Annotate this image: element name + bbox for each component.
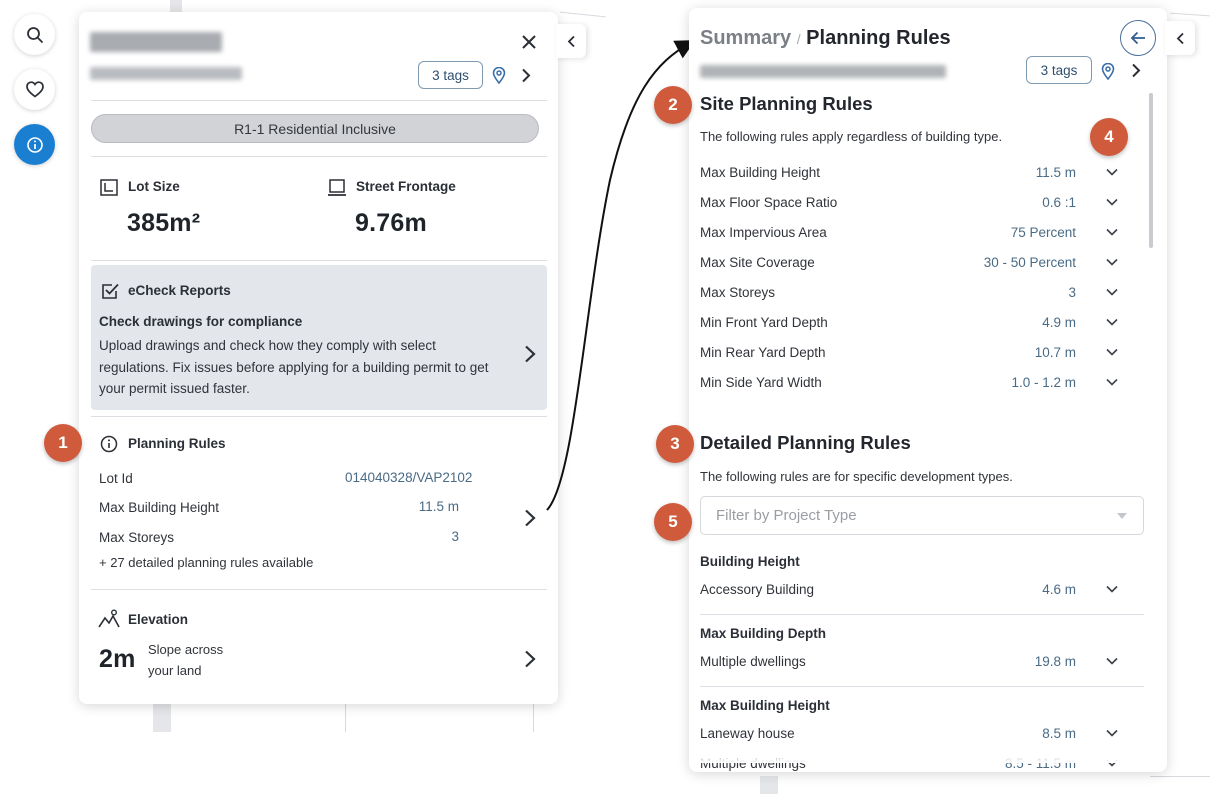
breadcrumb-summary[interactable]: Summary xyxy=(700,27,791,49)
detailed-rules-intro: The following rules are for specific dev… xyxy=(700,469,1013,484)
site-rules-intro: The following rules apply regardless of … xyxy=(700,129,1003,144)
rule-value: 4.6 m xyxy=(1042,582,1076,597)
rule-value: 19.8 m xyxy=(1034,654,1076,669)
site-rule-row[interactable]: Min Rear Yard Depth 10.7 m xyxy=(700,339,1120,369)
rule-value: 8.5 m xyxy=(1042,726,1076,741)
site-rule-row[interactable]: Max Building Height 11.5 m xyxy=(700,159,1120,189)
callout-badge: 3 xyxy=(656,425,694,463)
callout-badge: 2 xyxy=(654,86,692,124)
rule-name: Max Floor Space Ratio xyxy=(700,195,838,210)
site-rule-row[interactable]: Max Site Coverage 30 - 50 Percent xyxy=(700,249,1120,279)
chevron-down-icon[interactable] xyxy=(1104,164,1120,180)
rule-group-title: Max Building Height xyxy=(700,698,830,713)
divider xyxy=(700,614,1144,615)
tags-button[interactable]: 3 tags xyxy=(1026,56,1092,84)
rule-name: Min Front Yard Depth xyxy=(700,315,828,330)
chevron-down-icon[interactable] xyxy=(1104,284,1120,300)
chevron-down-icon[interactable] xyxy=(1104,254,1120,270)
rule-name: Min Side Yard Width xyxy=(700,375,822,390)
rule-value: 4.9 m xyxy=(1042,315,1076,330)
rule-value: 1.0 - 1.2 m xyxy=(1011,375,1076,390)
filter-placeholder: Filter by Project Type xyxy=(716,507,857,524)
rule-name: Multiple dwellings xyxy=(700,654,806,669)
arrow-left-icon xyxy=(1130,31,1145,45)
chevron-right-icon[interactable] xyxy=(1131,63,1141,78)
detailed-rule-row[interactable]: Multiple dwellings 19.8 m xyxy=(700,648,1120,678)
chevron-down-icon[interactable] xyxy=(1104,224,1120,240)
chevron-down-icon[interactable] xyxy=(1104,374,1120,390)
rule-name: Accessory Building xyxy=(700,582,815,597)
scrollbar[interactable] xyxy=(1149,93,1153,248)
chevron-down-icon[interactable] xyxy=(1104,653,1120,669)
scroll-fade xyxy=(689,743,1167,763)
divider xyxy=(700,686,1144,687)
rule-value: 3 xyxy=(1068,285,1076,300)
chevron-down-icon[interactable] xyxy=(1104,344,1120,360)
rule-name: Max Storeys xyxy=(700,285,776,300)
callout-badge: 5 xyxy=(654,503,692,541)
location-pin-icon[interactable] xyxy=(1101,63,1115,80)
callout-badge: 4 xyxy=(1090,118,1128,156)
project-type-filter[interactable]: Filter by Project Type xyxy=(700,496,1144,535)
rule-value: 75 Percent xyxy=(1010,225,1076,240)
rule-name: Max Building Height xyxy=(700,165,821,180)
rule-value: 0.6 :1 xyxy=(1042,195,1076,210)
site-rule-row[interactable]: Max Storeys 3 xyxy=(700,279,1120,309)
caret-down-icon xyxy=(1117,513,1127,519)
rule-name: Max Site Coverage xyxy=(700,255,815,270)
chevron-down-icon[interactable] xyxy=(1104,725,1120,741)
chevron-down-icon[interactable] xyxy=(1104,194,1120,210)
chevron-down-icon[interactable] xyxy=(1104,314,1120,330)
site-rule-row[interactable]: Min Front Yard Depth 4.9 m xyxy=(700,309,1120,339)
chevron-left-icon xyxy=(1176,32,1184,44)
detailed-rules-title: Detailed Planning Rules xyxy=(700,432,911,453)
rule-value: 10.7 m xyxy=(1034,345,1076,360)
site-rule-row[interactable]: Min Side Yard Width 1.0 - 1.2 m xyxy=(700,369,1120,399)
back-button[interactable] xyxy=(1120,20,1156,56)
rule-name: Min Rear Yard Depth xyxy=(700,345,826,360)
chevron-down-icon[interactable] xyxy=(1104,581,1120,597)
address-redacted xyxy=(700,65,946,78)
rule-value: 11.5 m xyxy=(1035,165,1076,180)
collapse-panel-button[interactable] xyxy=(1165,21,1195,55)
breadcrumb-separator: / xyxy=(796,31,801,47)
site-rule-row[interactable]: Max Floor Space Ratio 0.6 :1 xyxy=(700,189,1120,219)
detailed-rule-row[interactable]: Accessory Building 4.6 m xyxy=(700,576,1120,606)
rule-name: Max Impervious Area xyxy=(700,225,827,240)
site-rules-title: Site Planning Rules xyxy=(700,93,873,114)
breadcrumb-current: Planning Rules xyxy=(806,27,951,49)
rule-group-title: Max Building Depth xyxy=(700,626,826,641)
site-rule-row[interactable]: Max Impervious Area 75 Percent xyxy=(700,219,1120,249)
breadcrumb: Summary / Planning Rules xyxy=(700,27,951,50)
rule-value: 30 - 50 Percent xyxy=(983,255,1076,270)
rule-group-title: Building Height xyxy=(700,554,800,569)
rule-name: Laneway house xyxy=(700,726,795,741)
